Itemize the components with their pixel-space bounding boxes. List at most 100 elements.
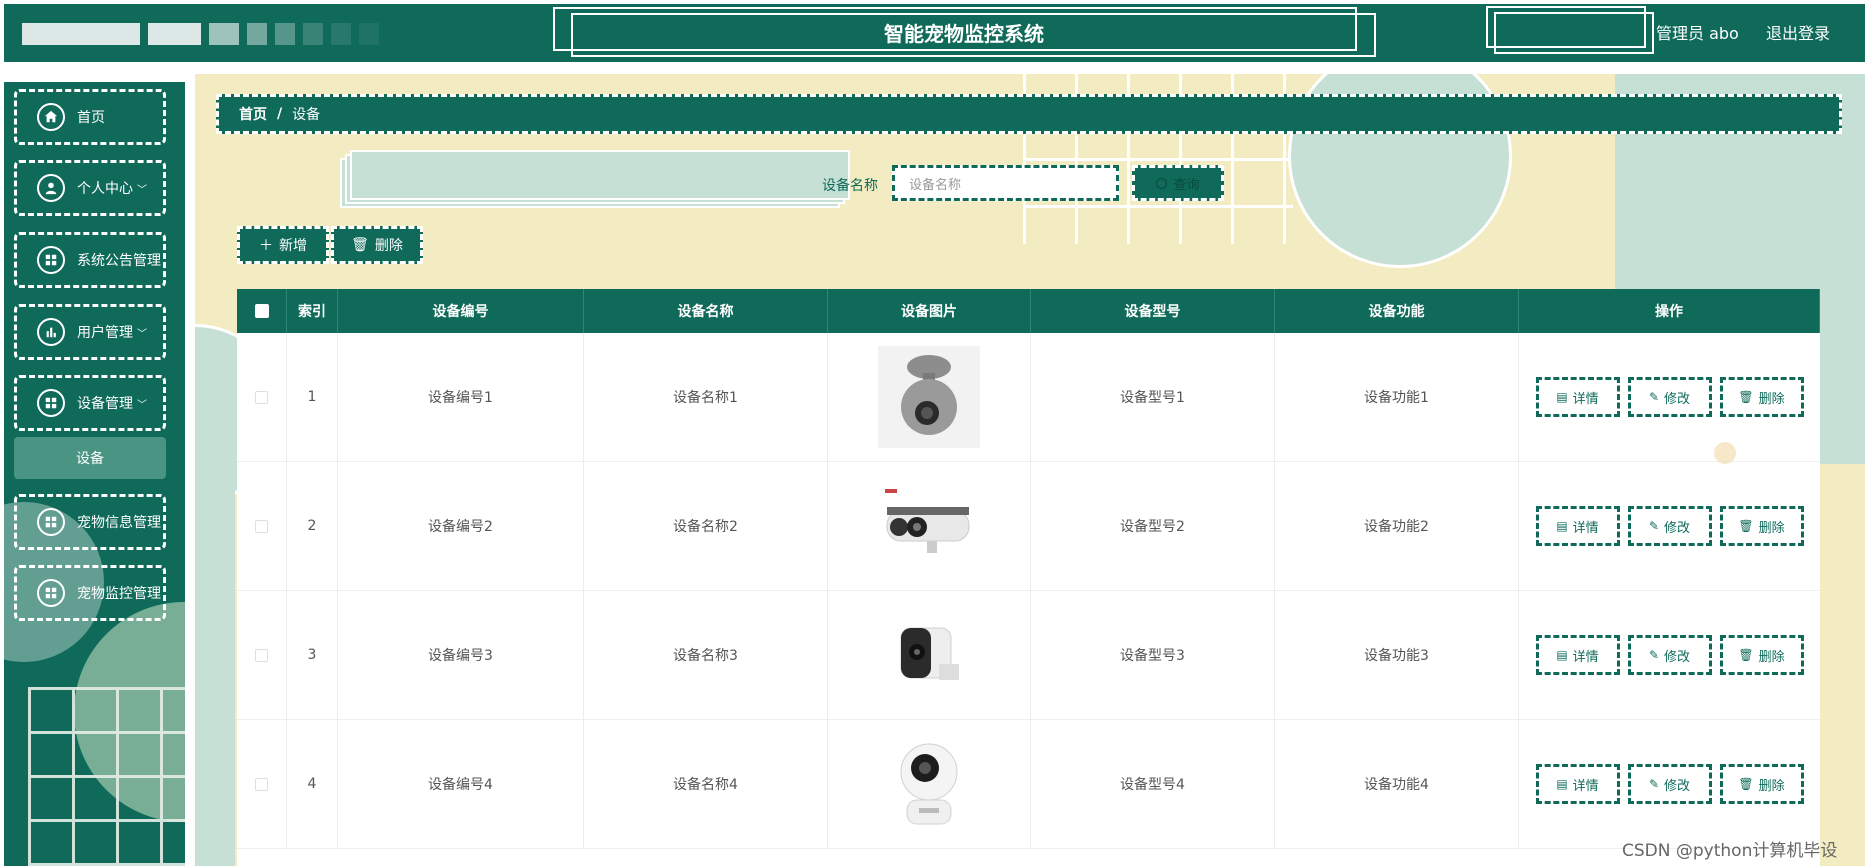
- table-header: 索引 设备编号 设备名称 设备图片 设备型号 设备功能 操作: [237, 289, 1820, 333]
- trash-icon: 🗑: [351, 237, 369, 253]
- user-frame-offset: [1494, 12, 1654, 54]
- logout-button[interactable]: 退出登录: [1766, 20, 1830, 44]
- column-header: 设备编号: [338, 289, 584, 333]
- device-image-camera-cube: [878, 604, 980, 706]
- sidebar-item-home[interactable]: 首页: [14, 89, 166, 145]
- search-label: 设备名称: [822, 178, 878, 194]
- batch-delete-label: 删除: [374, 238, 403, 254]
- column-header: 设备图片: [828, 289, 1031, 333]
- edit-button[interactable]: ✎ 修改: [1627, 506, 1712, 546]
- edit-button[interactable]: ✎ 修改: [1627, 764, 1712, 804]
- sidebar-item-users[interactable]: 用户管理 ﹀: [14, 304, 166, 360]
- name-cell: 设备名称4: [584, 720, 828, 848]
- detail-button[interactable]: ▤ 详情: [1535, 764, 1620, 804]
- index-cell: 2: [287, 462, 338, 590]
- row-checkbox[interactable]: [255, 648, 268, 662]
- delete-button[interactable]: 🗑 删除: [1719, 506, 1804, 546]
- breadcrumb: 首页 / 设备: [216, 94, 1842, 134]
- detail-button[interactable]: ▤ 详情: [1535, 377, 1620, 417]
- delete-label: 删除: [1758, 520, 1785, 536]
- row-checkbox[interactable]: [255, 777, 268, 791]
- sidebar-item-label: 系统公告管理: [77, 253, 161, 269]
- index-cell: 4: [287, 720, 338, 848]
- edit-button[interactable]: ✎ 修改: [1627, 377, 1712, 417]
- operations-cell: ▤ 详情 ✎ 修改 🗑 删除: [1519, 333, 1820, 461]
- sidebar: 首页 个人中心 ﹀ 系统公告管理 用户管理 ﹀ 设备管理 ﹀ 设备 宠物信息管理: [4, 82, 185, 866]
- document-icon: ▤: [1556, 390, 1568, 404]
- chevron-down-icon: ﹀: [137, 328, 147, 340]
- image-cell: [828, 462, 1031, 590]
- pencil-icon: ✎: [1648, 777, 1660, 791]
- column-header: 设备功能: [1275, 289, 1519, 333]
- chart-icon: [37, 318, 65, 346]
- sidebar-item-notice[interactable]: 系统公告管理: [14, 232, 166, 288]
- table-row: 4 设备编号4 设备名称4 设备型号4 设备功能4 ▤ 详情 ✎ 修改 🗑 删除: [237, 720, 1820, 849]
- search-button-label: 查询: [1173, 177, 1200, 193]
- edit-label: 修改: [1664, 778, 1691, 794]
- document-icon: ▤: [1556, 519, 1568, 533]
- sidebar-item-devices[interactable]: 设备管理 ﹀: [14, 375, 166, 431]
- delete-button[interactable]: 🗑 删除: [1719, 635, 1804, 675]
- document-icon: ▤: [1556, 648, 1568, 662]
- chevron-down-icon: ﹀: [137, 184, 147, 196]
- trash-icon: 🗑: [1738, 777, 1754, 791]
- pencil-icon: ✎: [1648, 648, 1660, 662]
- add-button[interactable]: ＋ 新增: [237, 226, 329, 264]
- operations-cell: ▤ 详情 ✎ 修改 🗑 删除: [1519, 462, 1820, 590]
- user-icon: [37, 174, 65, 202]
- row-checkbox[interactable]: [255, 390, 268, 404]
- sidebar-item-pet-monitor[interactable]: 宠物监控管理: [14, 565, 166, 621]
- grid-icon: [37, 246, 65, 274]
- code-cell: 设备编号4: [338, 720, 584, 848]
- edit-label: 修改: [1664, 391, 1691, 407]
- sidebar-item-pet-info[interactable]: 宠物信息管理: [14, 494, 166, 550]
- device-image-camera-pan-tilt: [878, 733, 980, 835]
- trash-icon: 🗑: [1738, 390, 1754, 404]
- batch-delete-button[interactable]: 🗑 删除: [331, 226, 423, 264]
- pencil-icon: ✎: [1648, 519, 1660, 533]
- column-header: 设备型号: [1031, 289, 1275, 333]
- table-row: 1 设备编号1 设备名称1 设备型号1 设备功能1 ▤ 详情 ✎ 修改 🗑 删除: [237, 333, 1820, 462]
- device-table: 索引 设备编号 设备名称 设备图片 设备型号 设备功能 操作 1 设备编号1 设…: [237, 289, 1820, 866]
- watermark: CSDN @python计算机毕设: [1622, 841, 1838, 861]
- header-decor-bars: [22, 23, 379, 45]
- operations-cell: ▤ 详情 ✎ 修改 🗑 删除: [1519, 591, 1820, 719]
- name-cell: 设备名称2: [584, 462, 828, 590]
- search-input[interactable]: 设备名称: [892, 165, 1119, 201]
- delete-button[interactable]: 🗑 删除: [1719, 764, 1804, 804]
- search-button[interactable]: 查询: [1132, 165, 1224, 201]
- detail-label: 详情: [1572, 520, 1599, 536]
- search-icon: [1156, 177, 1168, 189]
- sidebar-item-label: 设备管理: [77, 396, 133, 412]
- model-cell: 设备型号1: [1031, 333, 1275, 461]
- detail-button[interactable]: ▤ 详情: [1535, 506, 1620, 546]
- sidebar-item-label: 宠物信息管理: [77, 515, 161, 531]
- sidebar-subitem-device[interactable]: 设备: [14, 437, 166, 479]
- detail-button[interactable]: ▤ 详情: [1535, 635, 1620, 675]
- column-header: 索引: [287, 289, 338, 333]
- code-cell: 设备编号2: [338, 462, 584, 590]
- breadcrumb-separator: /: [277, 106, 283, 122]
- delete-label: 删除: [1758, 649, 1785, 665]
- edit-label: 修改: [1664, 649, 1691, 665]
- row-checkbox[interactable]: [255, 519, 268, 533]
- home-icon: [37, 103, 65, 131]
- sidebar-item-personal[interactable]: 个人中心 ﹀: [14, 160, 166, 216]
- image-cell: [828, 333, 1031, 461]
- grid-icon: [37, 389, 65, 417]
- select-all-cell: [237, 289, 287, 333]
- model-cell: 设备型号4: [1031, 720, 1275, 848]
- function-cell: 设备功能3: [1275, 591, 1519, 719]
- code-cell: 设备编号1: [338, 333, 584, 461]
- edit-button[interactable]: ✎ 修改: [1627, 635, 1712, 675]
- name-cell: 设备名称3: [584, 591, 828, 719]
- delete-button[interactable]: 🗑 删除: [1719, 377, 1804, 417]
- mouse-cursor-highlight: [1714, 442, 1736, 464]
- trash-icon: 🗑: [1738, 519, 1754, 533]
- select-all-checkbox[interactable]: [254, 304, 269, 318]
- breadcrumb-current: 设备: [292, 107, 321, 123]
- device-image-camera-bullet: [878, 475, 980, 577]
- breadcrumb-home[interactable]: 首页: [239, 104, 267, 124]
- document-icon: ▤: [1556, 777, 1568, 791]
- plus-icon: ＋: [259, 238, 273, 254]
